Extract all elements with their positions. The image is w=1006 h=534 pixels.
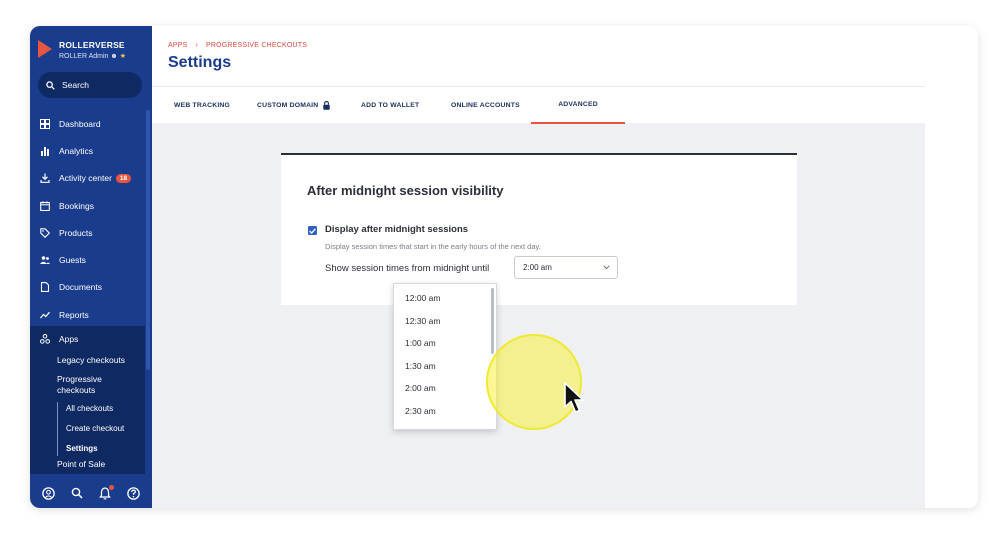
until-time-select[interactable]: 2:00 am xyxy=(514,256,618,279)
guests-icon xyxy=(40,256,50,265)
chevron-down-icon xyxy=(603,265,610,270)
sidebar-item-progressive-checkouts[interactable]: Progressive checkouts xyxy=(30,374,116,396)
sidebar-item-label: Products xyxy=(59,227,93,238)
sidebar-item-legacy-checkouts[interactable]: Legacy checkouts xyxy=(30,355,145,366)
document-icon xyxy=(40,282,50,293)
help-icon[interactable] xyxy=(127,486,140,500)
checkbox-description: Display session times that start in the … xyxy=(325,242,541,251)
main-content: APPS › PROGRESSIVE CHECKOUTS Settings WEB … xyxy=(152,26,978,508)
brand-subtitle: ROLLER Admin ☻ ★ xyxy=(59,53,126,60)
sidebar-item-label: Reports xyxy=(59,309,89,320)
roller-logo-icon xyxy=(38,40,54,58)
page-title: Settings xyxy=(168,54,232,71)
breadcrumb-current[interactable]: PROGRESSIVE CHECKOUTS xyxy=(206,42,307,49)
sidebar-item-label: Documents xyxy=(59,282,102,293)
sidebar-item-dashboard[interactable]: Dashboard xyxy=(30,110,145,137)
checkbox-label[interactable]: Display after midnight sessions xyxy=(325,224,468,235)
sidebar-item-label: Guests xyxy=(59,255,86,266)
tag-icon xyxy=(40,228,50,238)
select-value: 2:00 am xyxy=(523,263,552,272)
sidebar-item-label: Activity center xyxy=(59,173,112,184)
page-header: APPS › PROGRESSIVE CHECKOUTS Settings xyxy=(152,26,925,86)
smiley-icon: ☻ xyxy=(110,53,118,60)
sidebar-item-guests[interactable]: Guests xyxy=(30,246,145,273)
sidebar-nav: Dashboard Analytics Activity center 18 B… xyxy=(30,110,145,328)
time-option[interactable]: 2:30 am xyxy=(394,400,496,423)
sidebar-item-products[interactable]: Products xyxy=(30,219,145,246)
breadcrumb: APPS › PROGRESSIVE CHECKOUTS xyxy=(168,42,307,49)
sidebar-item-apps[interactable]: Apps xyxy=(30,326,145,352)
time-option[interactable]: 1:30 am xyxy=(394,355,496,378)
brand-name: ROLLERVERSE xyxy=(59,40,125,50)
download-icon xyxy=(40,173,50,184)
activity-count-badge: 18 xyxy=(115,173,132,183)
right-gutter xyxy=(925,26,978,508)
sidebar-item-label: Analytics xyxy=(59,145,94,156)
sidebar-item-analytics[interactable]: Analytics xyxy=(30,137,145,164)
sidebar-item-label: Bookings xyxy=(59,200,94,211)
time-options-list: 12:00 am 12:30 am 1:00 am 1:30 am 2:00 a… xyxy=(393,283,497,430)
notification-dot xyxy=(109,484,114,490)
lock-icon xyxy=(323,101,331,110)
until-label: Show session times from midnight until xyxy=(325,263,490,274)
sidebar-search[interactable]: Search xyxy=(38,72,142,98)
star-icon: ★ xyxy=(119,53,126,60)
sidebar-apps-section: Apps Legacy checkouts Progressive checko… xyxy=(30,326,145,474)
sidebar: ROLLERVERSE ROLLER Admin ☻ ★ Search Dash… xyxy=(30,26,152,508)
time-option[interactable]: 12:00 am xyxy=(394,287,496,310)
trend-icon xyxy=(40,311,50,319)
calendar-icon xyxy=(40,200,50,211)
tab-web-tracking[interactable]: WEB TRACKING xyxy=(174,87,230,124)
time-option[interactable]: 2:00 am xyxy=(394,377,496,400)
checkmark-icon xyxy=(309,227,316,234)
tab-online-accounts[interactable]: ONLINE ACCOUNTS xyxy=(451,87,520,124)
sidebar-item-activity-center[interactable]: Activity center 18 xyxy=(30,165,145,192)
tab-advanced[interactable]: ADVANCED xyxy=(531,87,625,124)
display-midnight-checkbox[interactable] xyxy=(308,226,317,235)
sidebar-item-label: Apps xyxy=(59,334,79,344)
midnight-settings-card: After midnight session visibility Displa… xyxy=(281,153,797,305)
sidebar-item-settings[interactable]: Settings xyxy=(57,439,145,456)
dashboard-icon xyxy=(40,118,50,129)
settings-tabs: WEB TRACKING CUSTOM DOMAIN ADD TO WALLET… xyxy=(152,86,925,124)
breadcrumb-apps[interactable]: APPS xyxy=(168,42,187,49)
tab-custom-domain[interactable]: CUSTOM DOMAIN xyxy=(257,87,331,124)
search-icon[interactable] xyxy=(71,487,83,499)
mouse-pointer-icon xyxy=(564,382,584,413)
apps-icon xyxy=(40,334,50,344)
chevron-right-icon: › xyxy=(195,42,199,49)
sidebar-scrollbar[interactable] xyxy=(146,110,150,370)
sidebar-item-bookings[interactable]: Bookings xyxy=(30,192,145,219)
time-option[interactable]: 12:30 am xyxy=(394,310,496,333)
sidebar-item-point-of-sale[interactable]: Point of Sale xyxy=(30,459,145,470)
account-icon[interactable] xyxy=(42,486,55,500)
sidebar-item-reports[interactable]: Reports xyxy=(30,301,145,328)
sidebar-footer xyxy=(30,478,152,508)
app-window: ROLLERVERSE ROLLER Admin ☻ ★ Search Dash… xyxy=(30,26,978,508)
search-icon xyxy=(46,80,55,90)
search-label: Search xyxy=(62,80,89,90)
brand[interactable]: ROLLERVERSE ROLLER Admin ☻ ★ xyxy=(38,40,126,60)
time-option[interactable]: 1:00 am xyxy=(394,332,496,355)
sidebar-item-create-checkout[interactable]: Create checkout xyxy=(57,419,145,439)
tab-add-to-wallet[interactable]: ADD TO WALLET xyxy=(361,87,419,124)
notifications-bell-icon[interactable] xyxy=(99,484,114,500)
sidebar-item-documents[interactable]: Documents xyxy=(30,274,145,301)
dropdown-scrollbar[interactable] xyxy=(491,288,494,354)
analytics-icon xyxy=(41,146,49,156)
sidebar-item-label: Dashboard xyxy=(59,118,101,129)
card-title: After midnight session visibility xyxy=(307,183,504,198)
sidebar-item-all-checkouts[interactable]: All checkouts xyxy=(57,402,145,419)
